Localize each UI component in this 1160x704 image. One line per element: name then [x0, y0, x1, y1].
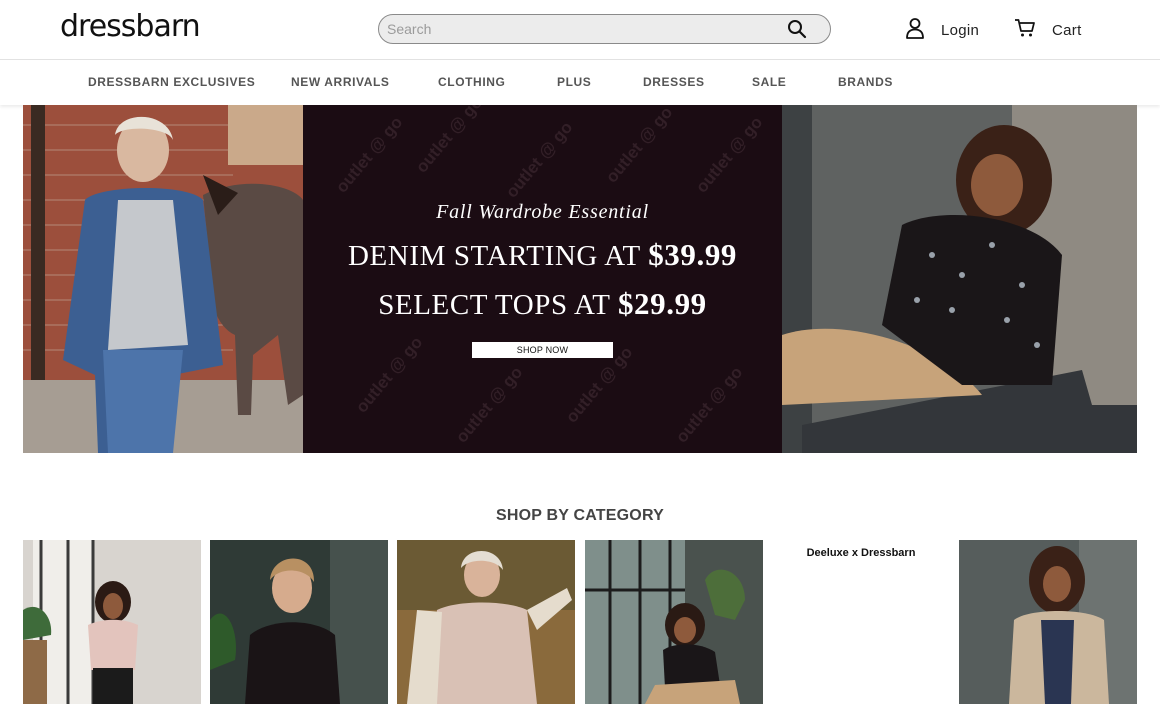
cart-label: Cart [1052, 21, 1082, 39]
hero-line1-text: DENIM STARTING AT [347, 240, 641, 272]
watermark: outlet @ go [671, 362, 747, 447]
watermark: outlet @ go [451, 362, 527, 447]
watermark: outlet @ go [351, 332, 427, 417]
nav-dressbarn-exclusives[interactable]: DRESSBARN EXCLUSIVES [88, 75, 255, 89]
hero-banner[interactable]: outlet @ go outlet @ go outlet @ go outl… [23, 105, 1137, 453]
nav-dresses[interactable]: DRESSES [643, 75, 705, 89]
nav-clothing[interactable]: CLOTHING [438, 75, 505, 89]
hero-photo-denim[interactable] [23, 105, 303, 453]
category-tile-4[interactable] [585, 540, 763, 704]
search-input[interactable] [387, 19, 767, 39]
search-bar [378, 14, 831, 44]
category-tile-1[interactable] [23, 540, 201, 704]
watermark: outlet @ go [331, 112, 407, 197]
watermark: outlet @ go [601, 105, 677, 187]
shop-by-category-heading: SHOP BY CATEGORY [496, 507, 664, 524]
hero-headline-denim: DENIM STARTING AT $39.99 [303, 237, 782, 273]
main-nav: DRESSBARN EXCLUSIVES NEW ARRIVALS CLOTHI… [0, 60, 1160, 105]
category-tile-2[interactable] [210, 540, 388, 704]
search-icon[interactable] [786, 18, 808, 40]
nav-sale[interactable]: SALE [752, 75, 786, 89]
hero-headline-tops: SELECT TOPS AT $29.99 [303, 286, 782, 322]
nav-brands[interactable]: BRANDS [838, 75, 893, 89]
cart-link[interactable]: Cart [1014, 18, 1082, 42]
hero-line1-price: $39.99 [648, 237, 738, 272]
hero-photo-tops[interactable] [782, 105, 1137, 453]
shop-now-button[interactable]: SHOP NOW [472, 342, 613, 358]
site-header: dressbarn Login Cart [0, 0, 1160, 60]
hero-promo-panel: outlet @ go outlet @ go outlet @ go outl… [303, 105, 782, 453]
user-icon [905, 17, 925, 44]
watermark: outlet @ go [501, 117, 577, 202]
watermark: outlet @ go [411, 105, 487, 177]
hero-kicker: Fall Wardrobe Essential [436, 201, 649, 223]
login-link[interactable]: Login [905, 17, 980, 44]
nav-new-arrivals[interactable]: NEW ARRIVALS [291, 75, 390, 89]
watermark: outlet @ go [691, 112, 767, 197]
nav-plus[interactable]: PLUS [557, 75, 591, 89]
dressbarn-logo[interactable]: dressbarn [60, 9, 201, 44]
hero-line2-text: SELECT TOPS AT [378, 289, 611, 321]
category-tile-3[interactable] [397, 540, 575, 704]
cart-icon [1014, 18, 1036, 43]
category-tile-deeluxe[interactable]: Deeluxe x Dressbarn [772, 547, 950, 559]
hero-line2-price: $29.99 [617, 286, 707, 321]
category-tile-6[interactable] [959, 540, 1137, 704]
login-label: Login [941, 21, 980, 39]
